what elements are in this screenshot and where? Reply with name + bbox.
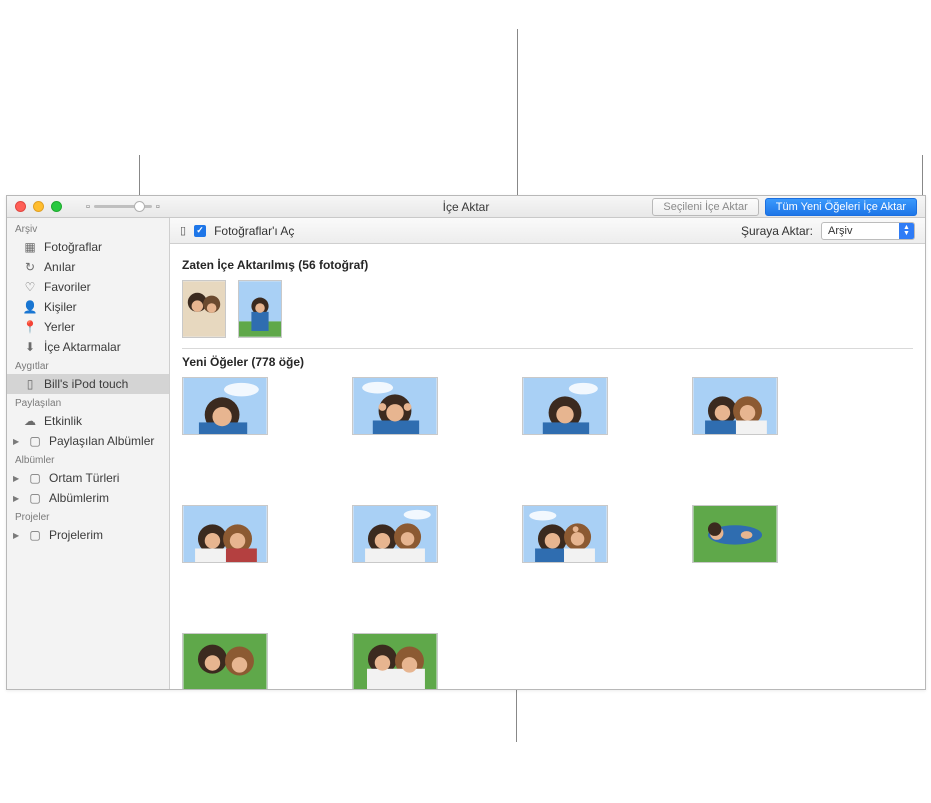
import-to-label: Şuraya Aktar: — [741, 224, 813, 238]
maximize-button[interactable] — [51, 201, 62, 212]
sidebar-item-label: Favoriler — [44, 280, 91, 294]
chevron-right-icon: ▶ — [13, 474, 21, 483]
sidebar-item-device[interactable]: ▯ Bill's iPod touch — [7, 374, 169, 394]
import-all-new-button[interactable]: Tüm Yeni Öğeleri İçe Aktar — [765, 198, 917, 216]
folder-icon: ▢ — [28, 434, 42, 448]
chevron-updown-icon: ▲▼ — [899, 223, 914, 239]
already-imported-grid — [182, 280, 913, 338]
open-photos-label: Fotoğraflar'ı Aç — [214, 224, 294, 238]
sidebar: Arşiv ▦ Fotoğraflar ↻ Anılar ♡ Favoriler… — [7, 218, 170, 689]
sidebar-item-shared-albums[interactable]: ▶ ▢ Paylaşılan Albümler — [7, 431, 169, 451]
photo-thumbnail[interactable] — [522, 377, 608, 435]
sidebar-item-favorites[interactable]: ♡ Favoriler — [7, 277, 169, 297]
new-items-header: Yeni Öğeler (778 öğe) — [182, 349, 913, 377]
app-window: ▫ ▫ İçe Aktar Seçileni İçe Aktar Tüm Yen… — [6, 195, 926, 690]
main-content: ▯ ✓ Fotoğraflar'ı Aç Şuraya Aktar: Arşiv… — [170, 218, 925, 689]
already-imported-header: Zaten İçe Aktarılmış (56 fotoğraf) — [182, 252, 913, 280]
new-items-grid — [182, 377, 913, 689]
sidebar-item-people[interactable]: 👤 Kişiler — [7, 297, 169, 317]
clock-icon: ↻ — [23, 260, 37, 274]
sidebar-item-my-albums[interactable]: ▶ ▢ Albümlerim — [7, 488, 169, 508]
photo-thumbnail[interactable] — [238, 280, 282, 338]
download-icon: ⬇ — [23, 340, 37, 354]
open-photos-checkbox[interactable]: ✓ — [194, 225, 206, 237]
folder-icon: ▢ — [28, 491, 42, 505]
zoom-large-icon: ▫ — [156, 201, 160, 213]
button-label: Tüm Yeni Öğeleri İçe Aktar — [776, 201, 906, 213]
callout-line — [922, 155, 923, 200]
chevron-right-icon: ▶ — [13, 494, 21, 503]
folder-icon: ▢ — [28, 528, 42, 542]
import-to-value: Arşiv — [822, 225, 899, 237]
sidebar-item-label: Bill's iPod touch — [44, 377, 128, 391]
close-button[interactable] — [15, 201, 26, 212]
traffic-lights — [15, 201, 62, 212]
chevron-right-icon: ▶ — [13, 437, 21, 446]
photo-thumbnail[interactable] — [692, 377, 778, 435]
callout-line — [517, 29, 518, 199]
sidebar-item-label: Kişiler — [44, 300, 77, 314]
import-selected-button[interactable]: Seçileni İçe Aktar — [652, 198, 758, 216]
sidebar-item-label: Projelerim — [49, 528, 103, 542]
folder-icon: ▢ — [28, 471, 42, 485]
sidebar-item-label: Anılar — [44, 260, 75, 274]
pin-icon: 📍 — [23, 320, 37, 334]
sidebar-item-photos[interactable]: ▦ Fotoğraflar — [7, 237, 169, 257]
sidebar-header-albums: Albümler — [7, 451, 169, 468]
sidebar-item-label: Etkinlik — [44, 414, 82, 428]
photo-thumbnail[interactable] — [182, 505, 268, 563]
chevron-right-icon: ▶ — [13, 531, 21, 540]
sidebar-item-my-projects[interactable]: ▶ ▢ Projelerim — [7, 525, 169, 545]
photo-thumbnail[interactable] — [522, 505, 608, 563]
photo-thumbnail[interactable] — [182, 280, 226, 338]
sidebar-item-label: İçe Aktarmalar — [44, 340, 121, 354]
photo-thumbnail[interactable] — [692, 505, 778, 563]
titlebar: ▫ ▫ İçe Aktar Seçileni İçe Aktar Tüm Yen… — [7, 196, 925, 218]
sidebar-item-activity[interactable]: ☁ Etkinlik — [7, 411, 169, 431]
minimize-button[interactable] — [33, 201, 44, 212]
sidebar-header-projects: Projeler — [7, 508, 169, 525]
photo-thumbnail[interactable] — [352, 377, 438, 435]
sidebar-header-shared: Paylaşılan — [7, 394, 169, 411]
sidebar-item-label: Paylaşılan Albümler — [49, 434, 154, 448]
photo-scroll-area[interactable]: Zaten İçe Aktarılmış (56 fotoğraf) Yeni … — [170, 244, 925, 689]
sidebar-item-label: Yerler — [44, 320, 75, 334]
sidebar-item-label: Ortam Türleri — [49, 471, 119, 485]
photo-thumbnail[interactable] — [182, 633, 268, 689]
photos-icon: ▦ — [23, 240, 37, 254]
photo-thumbnail[interactable] — [352, 505, 438, 563]
sidebar-item-label: Fotoğraflar — [44, 240, 102, 254]
button-label: Seçileni İçe Aktar — [663, 201, 747, 213]
sidebar-header-library: Arşiv — [7, 220, 169, 237]
zoom-small-icon: ▫ — [86, 201, 90, 213]
photo-thumbnail[interactable] — [352, 633, 438, 689]
sidebar-item-imports[interactable]: ⬇ İçe Aktarmalar — [7, 337, 169, 357]
sidebar-item-places[interactable]: 📍 Yerler — [7, 317, 169, 337]
device-icon: ▯ — [23, 377, 37, 391]
sidebar-header-devices: Aygıtlar — [7, 357, 169, 374]
slider-thumb[interactable] — [134, 201, 145, 212]
cloud-icon: ☁ — [23, 414, 37, 428]
thumbnail-zoom-slider[interactable] — [94, 205, 152, 208]
sidebar-item-label: Albümlerim — [49, 491, 109, 505]
thumbnail-zoom-group: ▫ ▫ — [86, 201, 160, 213]
import-to-popup[interactable]: Arşiv ▲▼ — [821, 222, 915, 240]
import-bar: ▯ ✓ Fotoğraflar'ı Aç Şuraya Aktar: Arşiv… — [170, 218, 925, 244]
photo-thumbnail[interactable] — [182, 377, 268, 435]
person-icon: 👤 — [23, 300, 37, 314]
heart-icon: ♡ — [23, 280, 37, 294]
sidebar-item-media-types[interactable]: ▶ ▢ Ortam Türleri — [7, 468, 169, 488]
sidebar-item-memories[interactable]: ↻ Anılar — [7, 257, 169, 277]
device-icon: ▯ — [180, 224, 186, 237]
